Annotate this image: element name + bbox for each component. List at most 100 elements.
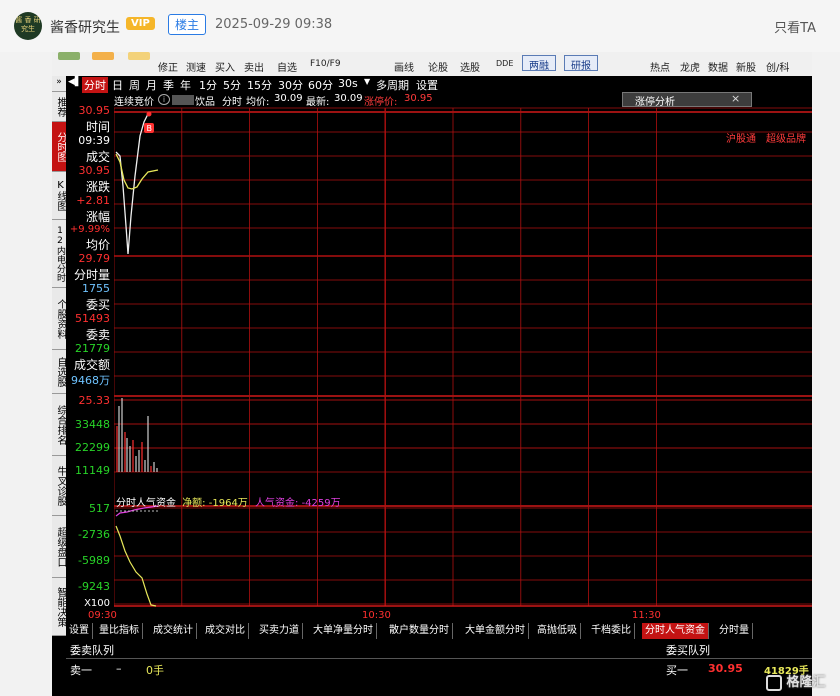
period-week[interactable]: 周 [129, 77, 140, 93]
ind-tab-popularity-fund[interactable]: 分时人气资金 [642, 623, 709, 639]
period-quarter[interactable]: 季 [163, 77, 174, 93]
intraday-chart: B [113, 107, 812, 607]
tb-margin-button[interactable]: 两融 [522, 55, 556, 72]
series-label: 连续竞价 [114, 97, 154, 108]
time-axis-mid: 10:30 [362, 610, 391, 621]
period-5min[interactable]: 5分 [223, 77, 241, 93]
username[interactable]: 酱香研究生 [50, 17, 120, 37]
avg-value: 30.09 [274, 93, 303, 104]
tb-star[interactable]: 创/科 [766, 52, 789, 76]
side-tab-super-book[interactable]: 超级盘口 [52, 516, 66, 578]
ind-tab-force[interactable]: 买卖力道 [256, 623, 303, 639]
side-tab-ranking[interactable]: 综合排名 [52, 394, 66, 456]
change-value: +2.81 [76, 194, 110, 207]
price-axis-top: 30.95 [78, 104, 111, 117]
only-ta-link[interactable]: 只看TA [774, 17, 816, 36]
tb-draw[interactable]: 画线 [394, 52, 414, 76]
time-axis-noon: 11:30 [632, 610, 661, 621]
side-tab-profile[interactable]: 个股资料 [52, 288, 66, 350]
tb-sell[interactable]: 卖出 [244, 52, 264, 76]
floor-owner-badge: 楼主 [168, 14, 207, 35]
period-settings[interactable]: 设置 [416, 77, 438, 93]
tb-buy[interactable]: 买入 [215, 52, 235, 76]
sound-icon[interactable]: ◀▌ [68, 77, 82, 87]
side-tab-diagnose[interactable]: 牛叉诊股 [52, 456, 66, 516]
fund-net-label: 净额: [182, 498, 206, 509]
tb-speed[interactable]: 测速 [186, 52, 206, 76]
avatar-text: 酱 香 研究生 [15, 16, 41, 33]
close-icon[interactable]: × [731, 92, 740, 105]
sell1-price: – [116, 662, 122, 675]
down-arrow-icon[interactable] [92, 52, 114, 60]
chart-icon[interactable] [58, 52, 80, 60]
period-day[interactable]: 日 [112, 77, 123, 93]
back-icon[interactable] [128, 52, 150, 60]
avatar[interactable]: 酱 香 研究生 [14, 12, 42, 40]
side-tab-smart[interactable]: 智能决策 [52, 578, 66, 636]
fund-axis-0: 517 [89, 502, 110, 515]
ind-tab-high-low[interactable]: 高抛低吸 [534, 623, 581, 639]
side-tab-12-intraday[interactable]: 12内电分时 [52, 220, 66, 288]
toolbar: 修正 测速 买入 卖出 自选 F10/F9 画线 论股 选股 DDE 两融 研报… [52, 52, 812, 76]
tb-data[interactable]: 数据 [708, 52, 728, 76]
tag-super-brand[interactable]: 超级品牌 [766, 130, 806, 145]
post-header: 酱 香 研究生 酱香研究生 VIP 楼主 2025-09-29 09:38 只看… [0, 0, 840, 52]
period-1min[interactable]: 1分 [199, 77, 217, 93]
time-value: 09:39 [78, 134, 110, 147]
tb-watchlist[interactable]: 自选 [277, 52, 297, 76]
buy-queue-title: 委买队列 [666, 644, 710, 657]
info-bar: 连续竞价 i 饮品 分时 均价: 30.09 最新: 30.09 涨停价: 30… [114, 92, 812, 145]
period-30s[interactable]: 30s [338, 77, 358, 90]
tb-discuss[interactable]: 论股 [428, 52, 448, 76]
period-label: 分时 [222, 97, 242, 108]
ind-tab-deal-stats[interactable]: 成交统计 [150, 623, 197, 639]
ind-tab-volume-ratio[interactable]: 量比指标 [96, 623, 143, 639]
tb-report-button[interactable]: 研报 [564, 55, 598, 72]
period-year[interactable]: 年 [180, 77, 191, 93]
ind-tab-deal-compare[interactable]: 成交对比 [202, 623, 249, 639]
trading-terminal: B » 推荐 分时图 K线图 12内电分时 个股资料 自选股 综合排名 牛叉诊股… [52, 76, 812, 696]
ind-tab-settings[interactable]: 设置 [66, 623, 93, 639]
tb-fix[interactable]: 修正 [158, 52, 178, 76]
fund-axis-2: -5989 [78, 554, 110, 567]
side-expand-icon[interactable]: » [52, 76, 66, 92]
ind-tab-retail-count[interactable]: 散户数量分时 [386, 623, 453, 639]
ind-tab-volume[interactable]: 分时量 [716, 623, 753, 639]
tb-f10[interactable]: F10/F9 [310, 52, 341, 76]
info-icon[interactable]: i [158, 94, 170, 105]
side-tab-watchlist[interactable]: 自选股 [52, 350, 66, 394]
avg-price-label: 均价 [85, 238, 110, 252]
dropdown-icon[interactable]: ▼ [364, 77, 370, 86]
tb-dragon[interactable]: 龙虎 [680, 52, 700, 76]
period-multi[interactable]: 多周期 [376, 77, 409, 93]
fund-axis-1: -2736 [78, 528, 110, 541]
tb-picker[interactable]: 选股 [460, 52, 480, 76]
buy1-label: 买一 [666, 664, 688, 677]
period-30min[interactable]: 30分 [278, 77, 303, 93]
volume-label: 分时量 [73, 268, 110, 282]
side-tab-recommend[interactable]: 推荐 [52, 92, 66, 122]
ask-label: 委卖 [85, 328, 110, 342]
watermark-logo: 格隆汇 [766, 671, 836, 693]
tb-hot[interactable]: 热点 [650, 52, 670, 76]
limit-value: 30.95 [404, 93, 433, 104]
side-tab-kline[interactable]: K线图 [52, 172, 66, 220]
tb-ipo[interactable]: 新股 [736, 52, 756, 76]
period-60min[interactable]: 60分 [308, 77, 333, 93]
fund-title: 分时人气资金 [116, 498, 176, 509]
analysis-tab[interactable]: 涨停分析 × [622, 92, 752, 108]
ind-tab-big-net[interactable]: 大单净量分时 [310, 623, 377, 639]
avg-label: 均价: [246, 97, 270, 108]
tb-dde[interactable]: DDE [496, 52, 513, 76]
ind-tab-depth[interactable]: 千档委比 [588, 623, 635, 639]
period-intraday[interactable]: 分时 [82, 77, 108, 93]
side-tabs: » 推荐 分时图 K线图 12内电分时 个股资料 自选股 综合排名 牛叉诊股 超… [52, 76, 66, 636]
tag-hk-connect[interactable]: 沪股通 [726, 130, 756, 145]
analysis-tab-label: 涨停分析 [635, 97, 675, 108]
sell1-qty: 0手 [146, 664, 164, 677]
period-15min[interactable]: 15分 [247, 77, 272, 93]
ind-tab-big-amount[interactable]: 大单金额分时 [462, 623, 529, 639]
sell-queue-title: 委卖队列 [70, 644, 114, 657]
side-tab-intraday[interactable]: 分时图 [52, 122, 66, 172]
period-month[interactable]: 月 [146, 77, 157, 93]
